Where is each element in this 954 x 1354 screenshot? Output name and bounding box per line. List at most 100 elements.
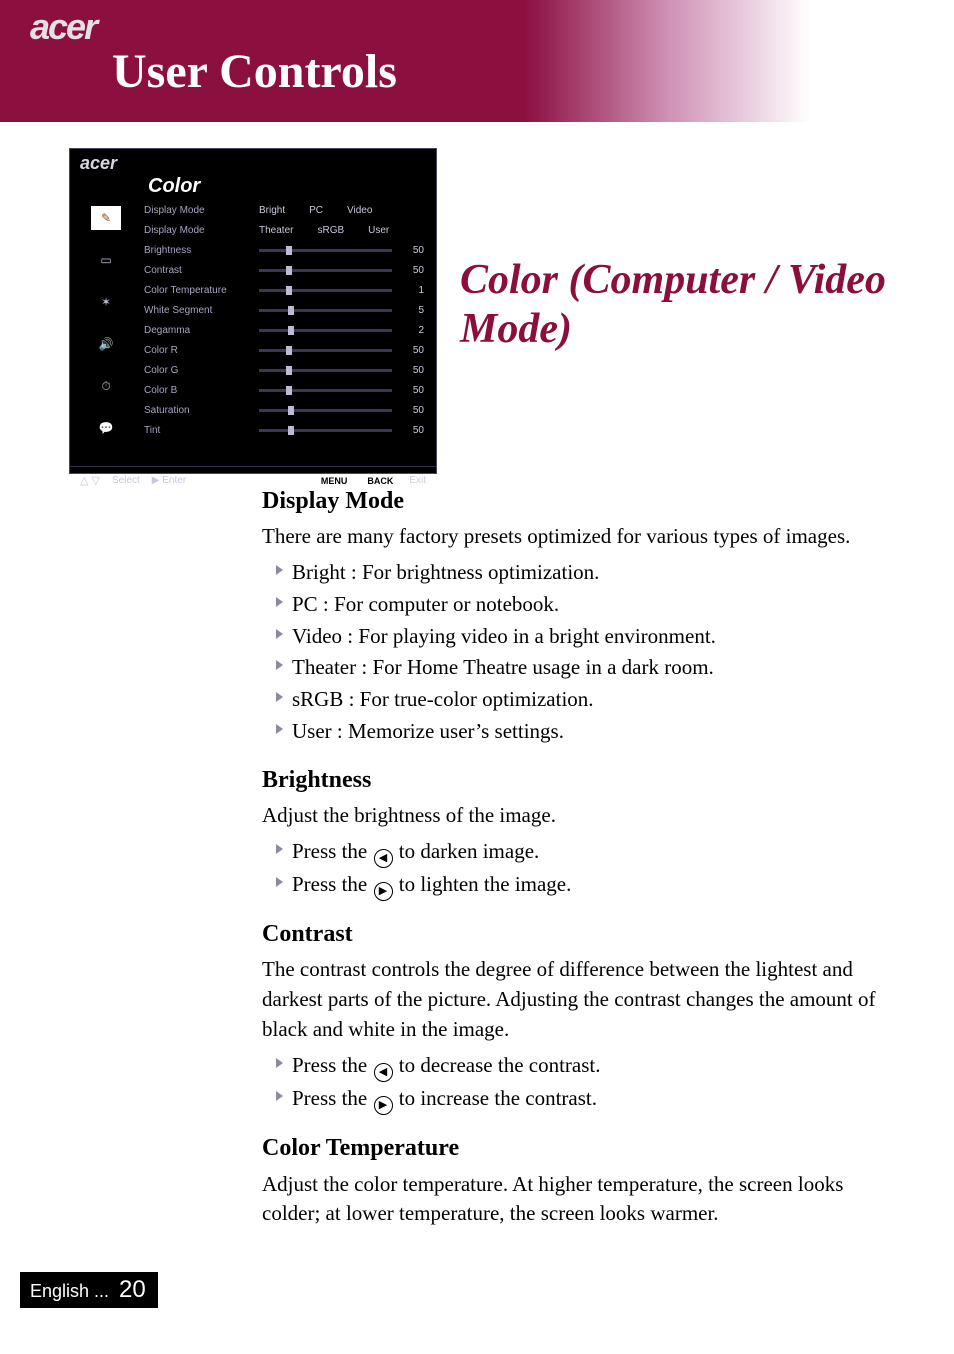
osd-slider: 1 — [259, 285, 424, 296]
left-arrow-icon: ◀ — [374, 1063, 393, 1082]
osd-slider-row: Color R 50 — [144, 340, 424, 360]
osd-slider: 50 — [259, 385, 424, 396]
header-banner: acer User Controls — [0, 0, 954, 122]
osd-slider-row: Color G 50 — [144, 360, 424, 380]
list-item: Bright : For brightness optimization. — [276, 558, 882, 588]
list-item: Video : For playing video in a bright en… — [276, 622, 882, 652]
page-footer: English ... 20 — [20, 1272, 158, 1308]
osd-option: Bright — [259, 205, 285, 216]
updown-icon: △ ▽ — [80, 474, 100, 487]
page-number: 20 — [119, 1276, 146, 1304]
list-item: Press the ◀ to decrease the contrast. — [276, 1051, 882, 1082]
gear-icon: ✶ — [91, 290, 121, 314]
osd-slider-row: Color Temperature 1 — [144, 280, 424, 300]
right-arrow-icon: ▶ — [374, 1096, 393, 1115]
osd-label: Display Mode — [144, 205, 259, 216]
contrast-list: Press the ◀ to decrease the contrast. Pr… — [262, 1051, 882, 1116]
osd-slider-track — [259, 249, 392, 252]
list-item: PC : For computer or notebook. — [276, 590, 882, 620]
osd-screenshot: acer Color ✎ ▭ ✶ 🔊 ⏱ 💬 Display Mode Brig… — [69, 148, 437, 474]
osd-slider-track — [259, 329, 392, 332]
body-content: Display Mode There are many factory pres… — [262, 484, 882, 1235]
osd-slider-label: Degamma — [144, 325, 259, 336]
osd-slider-track — [259, 429, 392, 432]
heading-brightness: Brightness — [262, 763, 882, 797]
list-item: Press the ▶ to increase the contrast. — [276, 1084, 882, 1115]
osd-slider-thumb — [286, 386, 292, 395]
brand-logo: acer — [30, 6, 96, 48]
osd-slider-thumb — [288, 406, 294, 415]
osd-slider: 5 — [259, 305, 424, 316]
heading-contrast: Contrast — [262, 917, 882, 951]
osd-slider-row: Brightness50 — [144, 240, 424, 260]
osd-slider-row: White Segment 5 — [144, 300, 424, 320]
list-item: User : Memorize user’s settings. — [276, 717, 882, 747]
osd-slider-value: 50 — [402, 365, 424, 376]
osd-slider-label: Color G — [144, 365, 259, 376]
osd-slider-label: Contrast — [144, 265, 259, 276]
osd-slider: 50 — [259, 365, 424, 376]
osd-slider: 2 — [259, 325, 424, 336]
timer-icon: ⏱ — [91, 374, 121, 398]
osd-slider-value: 5 — [402, 305, 424, 316]
osd-slider-track — [259, 349, 392, 352]
osd-slider-value: 50 — [402, 265, 424, 276]
heading-color-temp: Color Temperature — [262, 1131, 882, 1165]
osd-slider-value: 50 — [402, 425, 424, 436]
osd-slider: 50 — [259, 425, 424, 436]
osd-slider-thumb — [288, 426, 294, 435]
osd-slider-label: White Segment — [144, 305, 259, 316]
brush-icon: ✎ — [91, 206, 121, 230]
osd-slider-row: Degamma 2 — [144, 320, 424, 340]
osd-slider-thumb — [286, 286, 292, 295]
osd-slider-thumb — [288, 326, 294, 335]
osd-brand: acer — [80, 153, 117, 173]
brightness-list: Press the ◀ to darken image. Press the ▶… — [262, 837, 882, 902]
osd-slider-track — [259, 409, 392, 412]
lang-icon: 💬 — [91, 416, 121, 440]
osd-slider: 50 — [259, 405, 424, 416]
osd-slider-row: Color B50 — [144, 380, 424, 400]
osd-slider-value: 50 — [402, 245, 424, 256]
right-icon: ▶ — [152, 475, 160, 486]
paragraph: Adjust the brightness of the image. — [262, 801, 882, 831]
left-arrow-icon: ◀ — [374, 849, 393, 868]
osd-slider-track — [259, 389, 392, 392]
osd-slider: 50 — [259, 265, 424, 276]
osd-label: Display Mode — [144, 225, 259, 236]
osd-slider-row: Tint 50 — [144, 420, 424, 440]
list-item: Press the ◀ to darken image. — [276, 837, 882, 868]
osd-slider-value: 2 — [402, 325, 424, 336]
osd-option: sRGB — [317, 225, 344, 236]
osd-slider: 50 — [259, 345, 424, 356]
osd-slider-value: 50 — [402, 385, 424, 396]
sound-icon: 🔊 — [91, 332, 121, 356]
list-item: Press the ▶ to lighten the image. — [276, 870, 882, 901]
osd-enter-label: Enter — [162, 475, 186, 486]
osd-slider-row: Saturation50 — [144, 400, 424, 420]
heading-display-mode: Display Mode — [262, 484, 882, 518]
osd-title: Color — [148, 175, 436, 198]
display-mode-list: Bright : For brightness optimization. PC… — [262, 558, 882, 747]
osd-slider-label: Color Temperature — [144, 285, 259, 296]
osd-main: Display Mode Bright PC Video Display Mod… — [142, 198, 436, 466]
paragraph: The contrast controls the degree of diff… — [262, 955, 882, 1044]
osd-option: Video — [347, 205, 372, 216]
osd-slider-value: 50 — [402, 405, 424, 416]
osd-slider-thumb — [286, 366, 292, 375]
osd-slider-row: Contrast 50 — [144, 260, 424, 280]
osd-slider-value: 50 — [402, 345, 424, 356]
osd-slider-value: 1 — [402, 285, 424, 296]
osd-side-icons: ✎ ▭ ✶ 🔊 ⏱ 💬 — [70, 198, 142, 466]
osd-slider-thumb — [286, 346, 292, 355]
osd-option: Theater — [259, 225, 293, 236]
osd-slider-thumb — [286, 266, 292, 275]
paragraph: Adjust the color temperature. At higher … — [262, 1170, 882, 1230]
osd-option: PC — [309, 205, 323, 216]
osd-slider-label: Color R — [144, 345, 259, 356]
footer-language: English ... — [30, 1281, 109, 1302]
paragraph: There are many factory presets optimized… — [262, 522, 882, 552]
image-icon: ▭ — [91, 248, 121, 272]
osd-slider-label: Tint — [144, 425, 259, 436]
osd-slider-track — [259, 269, 392, 272]
